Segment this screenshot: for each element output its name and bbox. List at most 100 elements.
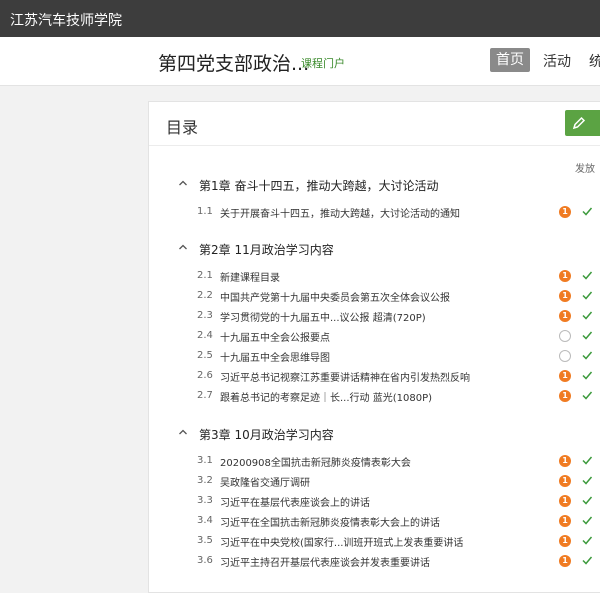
section-title[interactable]: 吴政隆省交通厅调研 [220, 474, 310, 489]
nav-home-tab[interactable]: 首页 [490, 48, 530, 72]
top-bar: 江苏汽车技师学院 [0, 0, 600, 37]
section-number: 3.2 [197, 475, 213, 486]
chevron-up-icon[interactable] [178, 178, 188, 188]
section-title[interactable]: 学习贯彻党的十九届五中...议公报 超清(720P) [220, 309, 426, 324]
chapter-title: 第3章 10月政治学习内容 [199, 428, 334, 442]
task-count-badge: 1 [559, 515, 571, 527]
checkmark-icon[interactable] [581, 474, 593, 486]
section-row[interactable]: 2.6 习近平总书记视察江苏重要讲话精神在省内引发热烈反响 1 [149, 367, 600, 385]
section-title[interactable]: 习近平主持召开基层代表座谈会并发表重要讲话 [220, 554, 430, 569]
section-row[interactable]: 2.5 十九届五中全会思维导图 [149, 347, 600, 365]
empty-status-circle [559, 350, 571, 362]
checkmark-icon[interactable] [581, 389, 593, 401]
section-number: 2.2 [197, 290, 213, 301]
chapter-title: 第2章 11月政治学习内容 [199, 243, 334, 257]
section-title[interactable]: 习近平在基层代表座谈会上的讲话 [220, 494, 370, 509]
checkmark-icon[interactable] [581, 554, 593, 566]
task-count-badge: 1 [559, 290, 571, 302]
chevron-up-icon[interactable] [178, 427, 188, 437]
section-row[interactable]: 1.1 关于开展奋斗十四五，推动大跨越，大讨论活动的通知 1 [149, 203, 600, 221]
checkmark-icon[interactable] [581, 349, 593, 361]
catalog-title: 目录 [166, 118, 199, 137]
circle-icon [559, 350, 571, 362]
section-row[interactable]: 2.3 学习贯彻党的十九届五中...议公报 超清(720P) 1 [149, 307, 600, 325]
section-title[interactable]: 习近平总书记视察江苏重要讲话精神在省内引发热烈反响 [220, 369, 470, 384]
section-title[interactable]: 20200908全国抗击新冠肺炎疫情表彰大会 [220, 454, 411, 469]
catalog-panel: 目录 发放 第1章 奋斗十四五，推动大跨越，大讨论活动 1.1 关于开展奋斗十四五，… [148, 101, 600, 593]
task-count-badge: 1 [559, 370, 571, 382]
badge-count: 1 [559, 270, 571, 282]
task-count-badge: 1 [559, 390, 571, 402]
checkmark-icon[interactable] [581, 269, 593, 281]
badge-count: 1 [559, 515, 571, 527]
checkmark-icon[interactable] [581, 369, 593, 381]
section-number: 2.4 [197, 330, 213, 341]
course-header: 第四党支部政治... 课程门户 首页 活动 统 [0, 37, 600, 86]
task-count-badge: 1 [559, 206, 571, 218]
section-row[interactable]: 2.2 中国共产党第十九届中央委员会第五次全体会议公报 1 [149, 287, 600, 305]
section-title[interactable]: 关于开展奋斗十四五，推动大跨越，大讨论活动的通知 [220, 205, 460, 220]
empty-status-circle [559, 330, 571, 342]
task-count-badge: 1 [559, 475, 571, 487]
section-title[interactable]: 习近平在中央党校(国家行...训班开班式上发表重要讲话 [220, 534, 463, 549]
badge-count: 1 [559, 475, 571, 487]
badge-count: 1 [559, 290, 571, 302]
course-portal-link[interactable]: 课程门户 [301, 55, 345, 71]
section-row[interactable]: 3.2 吴政隆省交通厅调研 1 [149, 472, 600, 490]
course-title[interactable]: 第四党支部政治... [158, 49, 309, 76]
task-count-badge: 1 [559, 270, 571, 282]
chevron-up-icon[interactable] [178, 242, 188, 252]
badge-count: 1 [559, 555, 571, 567]
section-number: 2.5 [197, 350, 213, 361]
checkmark-icon[interactable] [581, 309, 593, 321]
section-row[interactable]: 2.7 跟着总书记的考察足迹｜长...行动 蓝光(1080P) 1 [149, 387, 600, 405]
section-number: 3.1 [197, 455, 213, 466]
checkmark-icon[interactable] [581, 454, 593, 466]
section-number: 2.6 [197, 370, 213, 381]
edit-button[interactable] [565, 110, 600, 136]
section-row[interactable]: 3.4 习近平在全国抗击新冠肺炎疫情表彰大会上的讲话 1 [149, 512, 600, 530]
badge-count: 1 [559, 310, 571, 322]
section-number: 3.5 [197, 535, 213, 546]
chapter-title: 第1章 奋斗十四五，推动大跨越，大讨论活动 [199, 179, 439, 193]
pencil-icon [572, 116, 586, 130]
checkmark-icon[interactable] [581, 329, 593, 341]
nav-stats-tab[interactable]: 统 [589, 51, 600, 71]
badge-count: 1 [559, 495, 571, 507]
task-count-badge: 1 [559, 555, 571, 567]
badge-count: 1 [559, 390, 571, 402]
section-title[interactable]: 十九届五中全会公报要点 [220, 329, 330, 344]
section-number: 3.4 [197, 515, 213, 526]
section-number: 2.1 [197, 270, 213, 281]
section-number: 1.1 [197, 206, 213, 217]
circle-icon [559, 330, 571, 342]
section-number: 3.6 [197, 555, 213, 566]
section-row[interactable]: 3.3 习近平在基层代表座谈会上的讲话 1 [149, 492, 600, 510]
task-count-badge: 1 [559, 495, 571, 507]
section-title[interactable]: 新建课程目录 [220, 269, 280, 284]
section-row[interactable]: 3.6 习近平主持召开基层代表座谈会并发表重要讲话 1 [149, 552, 600, 570]
checkmark-icon[interactable] [581, 205, 593, 217]
task-count-badge: 1 [559, 535, 571, 547]
section-title[interactable]: 习近平在全国抗击新冠肺炎疫情表彰大会上的讲话 [220, 514, 440, 529]
section-row[interactable]: 3.5 习近平在中央党校(国家行...训班开班式上发表重要讲话 1 [149, 532, 600, 550]
section-row[interactable]: 2.1 新建课程目录 1 [149, 267, 600, 285]
section-row[interactable]: 3.1 20200908全国抗击新冠肺炎疫情表彰大会 1 [149, 452, 600, 470]
section-title[interactable]: 跟着总书记的考察足迹｜长...行动 蓝光(1080P) [220, 389, 432, 404]
checkmark-icon[interactable] [581, 494, 593, 506]
section-title[interactable]: 中国共产党第十九届中央委员会第五次全体会议公报 [220, 289, 450, 304]
nav-activity-tab[interactable]: 活动 [543, 51, 571, 71]
section-row[interactable]: 2.4 十九届五中全会公报要点 [149, 327, 600, 345]
badge-count: 1 [559, 455, 571, 467]
task-count-badge: 1 [559, 310, 571, 322]
badge-count: 1 [559, 535, 571, 547]
badge-count: 1 [559, 206, 571, 218]
release-column-header: 发放 [575, 164, 595, 175]
checkmark-icon[interactable] [581, 514, 593, 526]
section-title[interactable]: 十九届五中全会思维导图 [220, 349, 330, 364]
checkmark-icon[interactable] [581, 534, 593, 546]
checkmark-icon[interactable] [581, 289, 593, 301]
badge-count: 1 [559, 370, 571, 382]
section-number: 2.7 [197, 390, 213, 401]
catalog-header: 目录 [149, 102, 600, 146]
